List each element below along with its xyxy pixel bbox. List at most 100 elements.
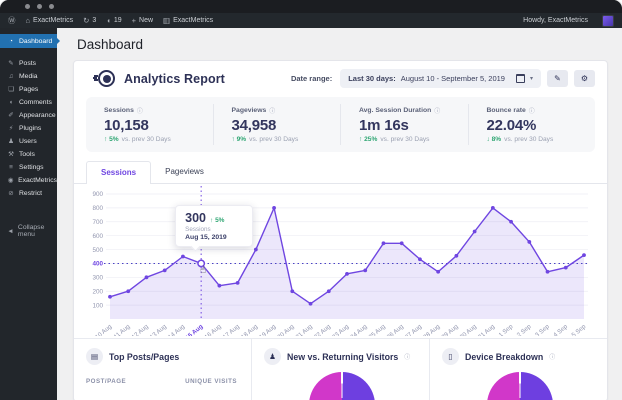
sidebar-item-dashboard[interactable]: ◔ Dashboard (0, 34, 60, 48)
plus-icon: + (131, 16, 137, 25)
svg-text:26 Aug: 26 Aug (386, 323, 406, 336)
pencil-icon: ✎ (554, 74, 561, 83)
info-icon[interactable]: ⓘ (137, 106, 143, 115)
widget-title: New vs. Returning Visitors (287, 351, 399, 362)
admin-bar-right: Howdy, ExactMetrics (523, 14, 614, 27)
brush-icon: ✐ (8, 112, 14, 119)
sidebar-item-label: Restrict (19, 189, 43, 197)
wp-logo-menu[interactable]: Ⓦ (8, 15, 16, 26)
avatar[interactable] (602, 14, 614, 27)
widget-title: Top Posts/Pages (109, 351, 180, 362)
updates-count: 3 (92, 17, 97, 24)
stats-row: Sessions ⓘ 10,158 ↑ 5% vs. prev 30 Days Pa… (86, 97, 595, 152)
up-arrow-icon: ↑ (231, 136, 235, 143)
sidebar-item-posts[interactable]: ✎ Posts (0, 57, 57, 69)
svg-text:900: 900 (92, 191, 103, 198)
date-range-value: August 10 - September 5, 2019 (400, 74, 505, 83)
collapse-arrow-icon: ◄ (7, 227, 14, 235)
svg-text:100: 100 (92, 302, 103, 309)
sidebar-item-plugins[interactable]: ⚡ Plugins (0, 122, 57, 134)
widget-title: Device Breakdown (465, 351, 544, 362)
sidebar-item-label: ExactMetrics (18, 176, 57, 184)
site-name-menu[interactable]: ⌂ ExactMetrics (26, 16, 74, 25)
visitors-pie-chart[interactable] (308, 372, 375, 400)
svg-text:13 Aug: 13 Aug (149, 323, 169, 336)
bar-chart-icon: ▥ (163, 16, 171, 25)
comments-menu[interactable]: ◖ 19 (106, 16, 121, 25)
window-dot[interactable] (49, 4, 54, 9)
howdy-menu[interactable]: Howdy, ExactMetrics (523, 17, 588, 24)
sidebar-item-tools[interactable]: ⚒ Tools (0, 148, 57, 160)
stat-delta-note: vs. prev 30 Days (249, 136, 299, 143)
sidebar-item-restrict[interactable]: ⊘ Restrict (0, 187, 57, 199)
device-pie-chart[interactable] (486, 372, 553, 400)
updates-menu[interactable]: ↻ 3 (83, 16, 96, 25)
date-range-picker[interactable]: Last 30 days: August 10 - September 5, 2… (340, 69, 541, 88)
info-icon[interactable]: ⓘ (529, 106, 535, 115)
exactmetrics-label: ExactMetrics (173, 17, 214, 24)
info-icon[interactable]: ⓘ (404, 352, 410, 361)
pin-icon: ✎ (8, 60, 14, 67)
tab-pageviews[interactable]: Pageviews (151, 161, 218, 183)
sidebar-item-label: Dashboard (19, 37, 53, 45)
svg-text:2 Sep: 2 Sep (516, 323, 533, 336)
device-breakdown-card: ▯ Device Breakdown ⓘ (429, 339, 607, 400)
sidebar-item-label: Tools (19, 150, 35, 158)
window-dot[interactable] (25, 4, 30, 9)
comment-bubble-icon: ◖ (9, 98, 13, 106)
admin-bar-left: Ⓦ ⌂ ExactMetrics ↻ 3 ◖ 19 + New ▥ ExactMetric… (8, 15, 213, 26)
info-icon[interactable]: ⓘ (549, 352, 555, 361)
down-arrow-icon: ↓ (486, 136, 490, 143)
document-icon: ▤ (86, 348, 103, 365)
wp-admin-bar: Ⓦ ⌂ ExactMetrics ↻ 3 ◖ 19 + New ▥ ExactMetric… (0, 13, 622, 28)
svg-text:500: 500 (92, 247, 103, 254)
svg-text:14 Aug: 14 Aug (167, 323, 187, 336)
stat-value: 1m 16s (359, 117, 409, 134)
edit-report-button[interactable]: ✎ (547, 70, 568, 87)
svg-text:30 Aug: 30 Aug (459, 323, 479, 336)
tooltip-delta: 5% (215, 217, 225, 225)
stat-sessions: Sessions ⓘ 10,158 ↑ 5% vs. prev 30 Days (86, 104, 213, 145)
calendar-icon (515, 74, 525, 83)
top-posts-card: ▤ Top Posts/Pages POST/PAGE UNIQUE VISIT… (74, 339, 251, 400)
comments-icon: ◖ (106, 16, 111, 25)
sidebar-item-appearance[interactable]: ✐ Appearance (0, 109, 57, 121)
admin-content: Dashboard Analytics Report Date range: L… (57, 28, 622, 400)
exactmetrics-menu[interactable]: ▥ ExactMetrics (163, 16, 213, 25)
sidebar-item-settings[interactable]: ≡ Settings (0, 161, 57, 173)
sidebar-item-media[interactable]: ♫ Media (0, 70, 57, 82)
svg-text:16 Aug: 16 Aug (203, 323, 223, 336)
tab-sessions[interactable]: Sessions (86, 161, 152, 184)
sessions-chart-area: 100 200 300 400 500 600 700 800 900 10 Aug 11 Aug 1… (74, 184, 607, 336)
svg-text:27 Aug: 27 Aug (404, 323, 424, 336)
new-content-menu[interactable]: + New (132, 16, 153, 25)
sidebar-item-pages[interactable]: ❏ Pages (0, 83, 57, 95)
svg-text:18 Aug: 18 Aug (240, 323, 260, 336)
stat-delta-pct: 9% (236, 136, 247, 143)
report-title: Analytics Report (124, 71, 225, 86)
users-group-icon: ♟ (264, 348, 281, 365)
stat-label: Bounce rate (486, 107, 526, 114)
collapse-menu-button[interactable]: ◄ Collapse menu (0, 224, 57, 238)
sidebar-item-exactmetrics[interactable]: ◉ ExactMetrics (0, 174, 57, 186)
info-icon[interactable]: ⓘ (434, 106, 440, 115)
report-settings-button[interactable]: ⚙ (574, 70, 595, 87)
info-icon[interactable]: ⓘ (269, 106, 275, 115)
stat-value: 10,158 (104, 117, 149, 134)
stat-delta-pct: 5% (109, 136, 119, 143)
exactmetrics-icon: ◉ (7, 177, 14, 184)
plugin-icon: ⚡ (8, 125, 14, 132)
sidebar-item-comments[interactable]: ◖ Comments (0, 96, 57, 108)
sessions-line-chart[interactable]: 10020030040050060070080090010 Aug 11 Aug1… (80, 186, 592, 336)
sidebar-item-label: Plugins (19, 124, 42, 132)
svg-text:10 Aug: 10 Aug (94, 323, 114, 336)
home-icon: ⌂ (25, 16, 31, 25)
sidebar-item-users[interactable]: ♟ Users (0, 135, 57, 147)
stat-bounce-rate: Bounce rate ⓘ 22.04% ↓ 8% vs. prev 30 Days (467, 104, 596, 145)
chart-tooltip: 300 ↑ 5% Sessions Aug 15, 2019 (175, 205, 254, 252)
window-dot[interactable] (37, 4, 42, 9)
date-range-preset: Last 30 days: (348, 74, 396, 83)
up-arrow-icon: ↑ (104, 136, 108, 143)
exactmetrics-logo (94, 70, 115, 87)
svg-text:21 Aug: 21 Aug (295, 323, 315, 336)
